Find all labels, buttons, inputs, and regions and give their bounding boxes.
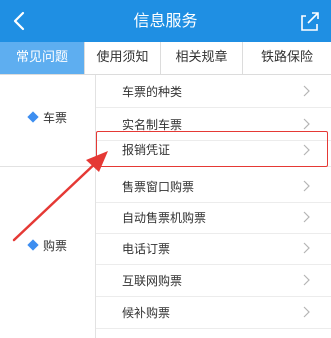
tab-faq[interactable]: 常见问题: [0, 42, 84, 74]
chevron-right-icon: [303, 242, 310, 254]
tab-railway-insurance[interactable]: 铁路保险: [242, 42, 331, 74]
tab-regulations[interactable]: 相关规章: [160, 42, 242, 74]
page-title: 信息服务: [133, 11, 198, 30]
list-item[interactable]: 电话订票: [96, 232, 331, 265]
list-item-label: 实名制车票: [122, 117, 183, 132]
list-item-label: 自动售票机购票: [122, 210, 207, 225]
chevron-right-icon: [303, 180, 310, 192]
category-purchase: 购票: [0, 225, 96, 265]
tab-usage-notice[interactable]: 使用须知: [84, 42, 160, 74]
chevron-right-icon: [303, 306, 310, 318]
highlight-annotation-box: [96, 131, 328, 167]
list-item[interactable]: 候补购票: [96, 296, 331, 329]
list-item[interactable]: 售票窗口购票: [96, 170, 331, 203]
category-ticket: 车票: [0, 97, 96, 137]
category-column: 车票 购票: [0, 75, 96, 338]
category-label: 车票: [42, 110, 67, 125]
chevron-right-icon: [303, 211, 310, 223]
chevron-right-icon: [303, 274, 310, 286]
category-divider: [0, 166, 96, 167]
list-item-label: 候补购票: [122, 305, 171, 320]
chevron-right-icon: [303, 118, 310, 130]
header-bar: 信息服务: [0, 0, 331, 42]
list-item-label: 互联网购票: [122, 273, 183, 288]
diamond-bullet-icon: [27, 239, 39, 251]
list-item-label: 电话订票: [122, 241, 171, 256]
list-item[interactable]: 自动售票机购票: [96, 201, 331, 234]
list-item[interactable]: 互联网购票: [96, 264, 331, 297]
list-item-label: 售票窗口购票: [122, 179, 195, 194]
tab-bar: 常见问题 使用须知 相关规章 铁路保险: [0, 42, 331, 75]
chevron-right-icon: [303, 85, 310, 97]
diamond-bullet-icon: [27, 111, 39, 123]
list-item-label: 车票的种类: [122, 84, 183, 99]
list-item[interactable]: 车票的种类: [96, 75, 331, 108]
share-icon[interactable]: [297, 8, 323, 34]
category-label: 购票: [42, 238, 67, 253]
